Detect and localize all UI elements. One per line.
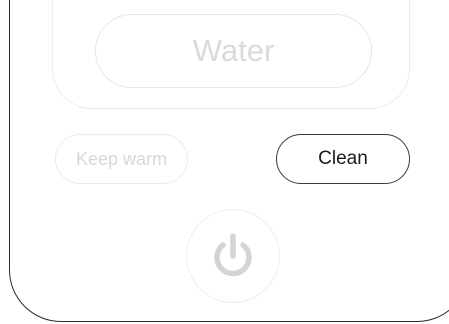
water-button-label: Water [192, 33, 275, 68]
clean-button-label: Clean [318, 148, 368, 169]
clean-button[interactable]: Clean [276, 134, 410, 184]
keep-warm-button-label: Keep warm [75, 148, 168, 169]
water-button[interactable]: Water [95, 14, 372, 88]
power-button[interactable] [186, 209, 280, 303]
keep-warm-button[interactable]: Keep warm [55, 134, 188, 184]
power-icon [203, 226, 263, 286]
appliance-control-screen: Water Keep warm Clean [0, 0, 449, 324]
